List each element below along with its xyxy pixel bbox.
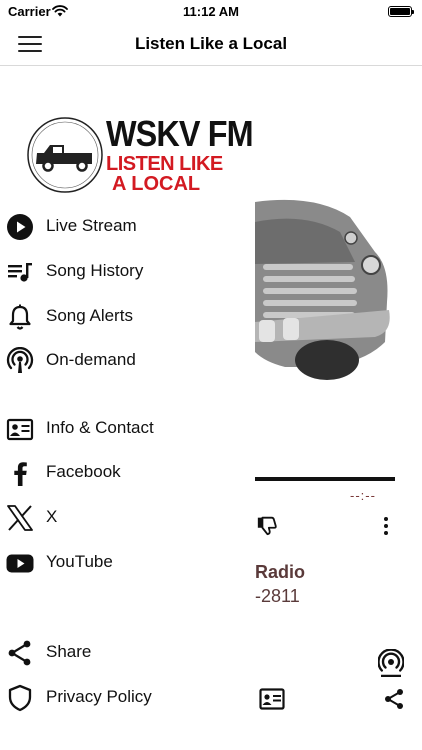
menu-item-label: Privacy Policy (46, 687, 152, 706)
menu-item-facebook[interactable]: Facebook (0, 452, 255, 492)
clock: 11:12 AM (183, 4, 239, 19)
thumbs-down-icon[interactable] (256, 514, 278, 536)
menu-item-label: Song Alerts (46, 306, 133, 325)
album-art-truck-image (255, 192, 395, 382)
menu-item-label: Facebook (46, 462, 121, 481)
youtube-icon (6, 554, 34, 573)
status-bar: Carrier 11:12 AM (0, 0, 422, 24)
page-title: Listen Like a Local (134, 34, 288, 53)
station-logo: WSKV FM LISTEN LIKE A LOCAL (26, 116, 254, 195)
station-name: Radio (255, 562, 306, 582)
playlist-icon (8, 263, 32, 282)
menu-item-privacy-policy[interactable]: Privacy Policy (0, 677, 255, 717)
navigation-bar: Listen Like a Local (0, 24, 422, 66)
menu-item-label: X (46, 507, 58, 526)
menu-item-info-contact[interactable]: Info & Contact (0, 408, 255, 448)
menu-item-x[interactable]: X (0, 497, 255, 537)
menu-item-label: Song History (46, 261, 144, 280)
share-icon[interactable] (383, 688, 405, 710)
shield-icon (8, 684, 32, 712)
menu-item-label: Live Stream (46, 216, 137, 235)
menu-item-youtube[interactable]: YouTube (0, 542, 255, 582)
airplay-icon[interactable] (378, 649, 404, 677)
x-logo-icon (7, 505, 33, 531)
more-options-icon[interactable] (382, 516, 390, 536)
menu-item-label: Info & Contact (46, 418, 154, 437)
menu-item-label: YouTube (46, 552, 113, 571)
menu-item-label: On-demand (46, 350, 136, 369)
menu-item-on-demand[interactable]: On-demand (0, 340, 255, 380)
menu-item-song-alerts[interactable]: Song Alerts (0, 296, 255, 336)
battery-icon (388, 6, 414, 17)
share-icon (8, 640, 31, 666)
call-sign: WSKV FM (106, 113, 254, 154)
contact-card-icon (6, 418, 34, 441)
elapsed-time: --:-- (350, 488, 376, 503)
tagline-line-1: LISTEN LIKE (106, 153, 223, 175)
playback-progress-bar[interactable] (255, 477, 395, 481)
menu-item-live-stream[interactable]: Live Stream (0, 206, 255, 246)
tagline-line-2: A LOCAL (112, 173, 201, 195)
menu-item-label: Share (46, 642, 92, 661)
facebook-icon (14, 462, 27, 486)
contact-card-icon[interactable] (259, 688, 285, 710)
station-phone: -2811 (255, 586, 300, 606)
play-circle-icon (7, 214, 33, 240)
podcast-icon (6, 347, 34, 373)
pickup-country-seal-logo (27, 117, 103, 193)
bell-icon (9, 304, 31, 330)
side-drawer: WSKV FM LISTEN LIKE A LOCAL Live Stream … (0, 66, 255, 750)
menu-item-share[interactable]: Share (0, 632, 255, 672)
menu-item-song-history[interactable]: Song History (0, 251, 255, 291)
